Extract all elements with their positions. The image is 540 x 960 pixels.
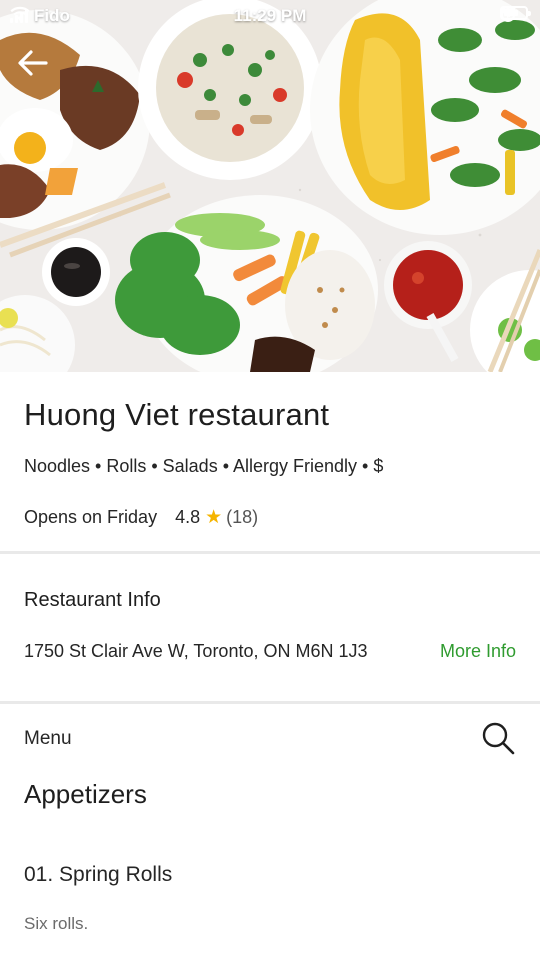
battery-icon [500, 6, 531, 20]
back-button[interactable] [18, 50, 62, 90]
more-info-link[interactable]: More Info [440, 641, 516, 662]
review-count: (18) [226, 507, 259, 527]
status-bar: Fido 11:29 PM [0, 0, 540, 34]
menu-search-button[interactable] [478, 718, 518, 758]
star-icon: ★ [205, 507, 223, 528]
menu-label: Menu [24, 728, 72, 749]
back-arrow-icon [18, 50, 48, 76]
section-divider [0, 701, 540, 704]
menu-item-description: Six rolls. [24, 914, 89, 933]
menu-category-title: Appetizers [24, 779, 147, 809]
search-icon [482, 722, 515, 755]
status-time: 11:29 PM [233, 6, 307, 25]
rating-value: 4.8 [175, 507, 201, 527]
food-illustration [0, 0, 540, 372]
hero-food-image: Fido 11:29 PM [0, 0, 540, 372]
section-divider [0, 551, 540, 554]
restaurant-meta: Opens on Friday 4.8 ★ (18) [24, 506, 258, 529]
menu-item-name[interactable]: 01. Spring Rolls [24, 863, 172, 887]
opening-status: Opens on Friday [24, 507, 158, 527]
restaurant-categories: Noodles • Rolls • Salads • Allergy Frien… [24, 456, 384, 476]
restaurant-address: 1750 St Clair Ave W, Toronto, ON M6N 1J3 [24, 641, 368, 661]
restaurant-name: Huong Viet restaurant [24, 397, 330, 432]
restaurant-info-heading: Restaurant Info [24, 589, 161, 611]
status-bar-right [500, 6, 531, 22]
